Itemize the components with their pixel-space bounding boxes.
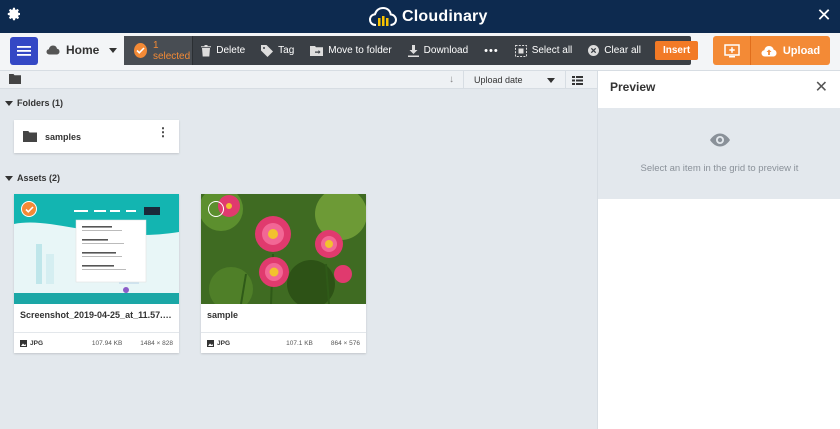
- screenshot-thumbnail-image: [14, 194, 179, 304]
- folder-card[interactable]: samples ⋮: [14, 120, 179, 153]
- select-checkbox[interactable]: [208, 201, 224, 217]
- tag-icon: [261, 44, 274, 57]
- check-circle-icon: [134, 43, 147, 58]
- menu-button[interactable]: [10, 37, 38, 65]
- upload-button[interactable]: Upload: [751, 36, 830, 65]
- close-preview-icon[interactable]: ✕: [815, 80, 828, 96]
- select-all-label: Select all: [531, 45, 573, 56]
- trash-icon: [201, 44, 212, 56]
- asset-dimensions: 864 × 576: [330, 339, 360, 347]
- assets-title: Assets (2): [17, 173, 61, 183]
- media-library-button[interactable]: [713, 36, 751, 65]
- insert-button[interactable]: Insert: [654, 41, 699, 60]
- grid-header: ↓ Upload date: [0, 71, 597, 89]
- add-media-icon: [723, 43, 740, 57]
- asset-meta: JPG 107.1 KB 864 × 576: [201, 332, 366, 353]
- selection-action-bar: 1 selected Delete Tag Move to folder Dow…: [124, 36, 699, 65]
- delete-button[interactable]: Delete: [193, 36, 253, 65]
- sort-dropdown[interactable]: Upload date: [463, 71, 563, 89]
- cloud-logo-icon: [368, 6, 398, 26]
- asset-card[interactable]: sample JPG 107.1 KB 864 × 576: [201, 194, 366, 353]
- asset-size: 107.94 KB: [91, 339, 123, 347]
- folders-section-toggle[interactable]: Folders (1): [5, 98, 63, 108]
- select-all-icon: [514, 44, 527, 57]
- preview-panel: Preview ✕ Select an item in the grid to …: [597, 71, 840, 429]
- insert-label: Insert: [662, 45, 691, 56]
- clear-all-button[interactable]: Clear all: [580, 36, 649, 65]
- image-icon: [207, 339, 214, 347]
- flower-photo-image: [201, 194, 366, 304]
- caret-down-icon: [547, 77, 555, 83]
- move-to-folder-button[interactable]: Move to folder: [302, 36, 399, 65]
- asset-dimensions: 1484 × 828: [140, 339, 173, 347]
- kebab-menu-icon[interactable]: ⋮: [157, 126, 169, 138]
- close-icon[interactable]: ✕: [816, 6, 832, 24]
- caret-down-icon: [109, 47, 118, 53]
- gear-icon[interactable]: [6, 6, 22, 22]
- upload-group: Upload: [713, 36, 830, 65]
- asset-name: Screenshot_2019-04-25_at_11.57.18_hy...: [20, 310, 175, 320]
- folder-name: samples: [45, 131, 82, 142]
- cloud-upload-icon: [761, 45, 777, 56]
- folders-title: Folders (1): [17, 98, 64, 108]
- asset-name: sample: [207, 310, 239, 320]
- preview-hint: Select an item in the grid to preview it: [640, 163, 799, 174]
- cloud-icon: [46, 45, 60, 55]
- brand-name: Cloudinary: [402, 8, 488, 25]
- image-icon: [20, 339, 27, 347]
- selected-count: 1 selected: [124, 36, 194, 65]
- collapse-triangle-icon: [5, 100, 13, 106]
- asset-format: JPG: [20, 339, 44, 347]
- clear-circle-icon: [588, 45, 600, 56]
- select-all-button[interactable]: Select all: [507, 36, 581, 65]
- top-bar: Cloudinary ✕: [0, 0, 840, 33]
- more-icon: •••: [484, 44, 499, 57]
- hamburger-icon: [17, 46, 31, 56]
- tag-label: Tag: [278, 45, 295, 56]
- preview-title: Preview: [610, 80, 656, 94]
- preview-empty-state: Select an item in the grid to preview it: [598, 108, 840, 199]
- upload-label: Upload: [782, 44, 821, 57]
- folder-tree-icon[interactable]: [9, 74, 21, 84]
- home-dropdown[interactable]: Home: [46, 43, 118, 57]
- selected-label: 1 selected: [152, 39, 191, 62]
- home-label: Home: [66, 43, 100, 57]
- download-label: Download: [423, 45, 469, 56]
- selected-check-icon[interactable]: [21, 201, 37, 217]
- asset-card[interactable]: Screenshot_2019-04-25_at_11.57.18_hy... …: [14, 194, 179, 353]
- asset-thumbnail: [201, 194, 366, 304]
- sort-direction-icon[interactable]: ↓: [449, 74, 454, 85]
- list-view-icon: [572, 75, 583, 85]
- download-button[interactable]: Download: [400, 36, 476, 65]
- list-view-toggle[interactable]: [565, 71, 589, 89]
- folder-icon: [23, 131, 37, 142]
- move-label: Move to folder: [328, 45, 392, 56]
- asset-size: 107.1 KB: [286, 339, 313, 347]
- folder-move-icon: [310, 45, 324, 56]
- clear-all-label: Clear all: [604, 45, 641, 56]
- asset-format-label: JPG: [30, 339, 44, 347]
- asset-thumbnail: [14, 194, 179, 304]
- eye-icon: [710, 133, 730, 147]
- download-icon: [407, 44, 419, 57]
- sort-label: Upload date: [474, 75, 523, 85]
- asset-format-label: JPG: [217, 339, 231, 347]
- assets-section-toggle[interactable]: Assets (2): [5, 173, 60, 183]
- tag-button[interactable]: Tag: [253, 36, 302, 65]
- more-actions-button[interactable]: •••: [476, 36, 507, 65]
- asset-meta: JPG 107.94 KB 1484 × 828: [14, 332, 179, 353]
- toolbar: Home 1 selected Delete Tag Move to folde…: [0, 33, 840, 71]
- collapse-triangle-icon: [5, 175, 13, 181]
- asset-format: JPG: [207, 339, 231, 347]
- cloudinary-logo: Cloudinary: [368, 6, 488, 28]
- delete-label: Delete: [216, 45, 246, 56]
